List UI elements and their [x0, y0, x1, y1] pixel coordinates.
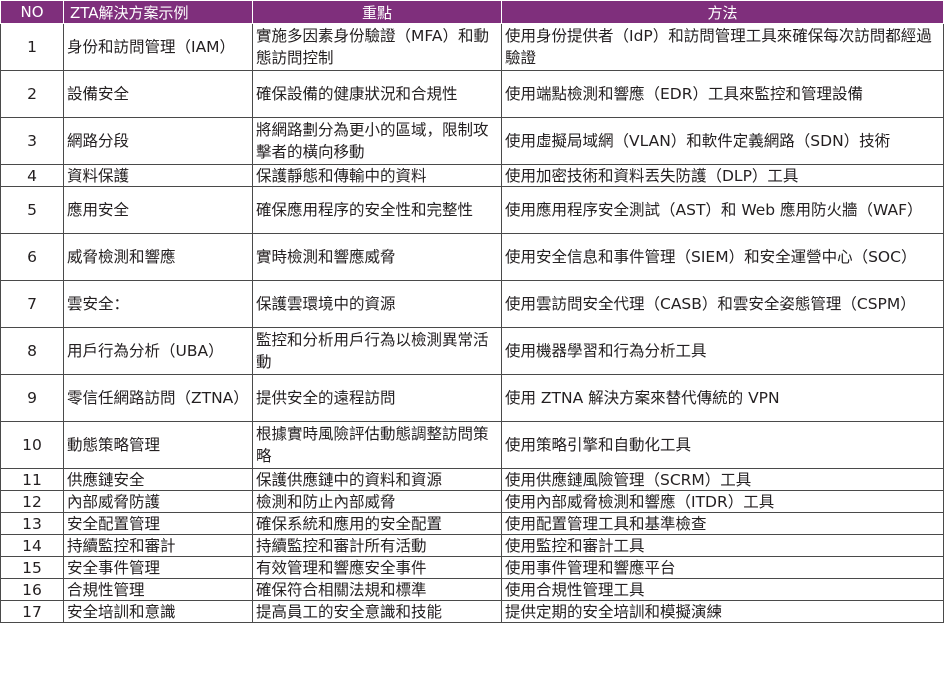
row-focus: 確保系統和應用的安全配置 [252, 512, 502, 535]
table-row: 12 內部威脅防護 檢測和防止內部威脅 使用內部威脅檢測和響應（ITDR）工具 [0, 490, 944, 513]
row-focus: 將網路劃分為更小的區域，限制攻擊者的橫向移動 [252, 117, 502, 165]
row-number: 14 [0, 534, 64, 557]
row-focus: 確保應用程序的安全性和完整性 [252, 186, 502, 234]
header-focus: 重點 [252, 0, 502, 24]
row-case: 雲安全： [63, 280, 253, 328]
row-case: 身份和訪問管理（IAM） [63, 23, 253, 71]
row-case: 資料保護 [63, 164, 253, 187]
table-row: 16 合規性管理 確保符合相關法規和標準 使用合規性管理工具 [0, 578, 944, 601]
table-row: 2 設備安全 確保設備的健康狀況和合規性 使用端點檢測和響應（EDR）工具來監控… [0, 70, 944, 118]
row-number: 9 [0, 374, 64, 422]
row-number: 5 [0, 186, 64, 234]
row-focus: 確保設備的健康狀況和合規性 [252, 70, 502, 118]
table-row: 14 持續監控和審計 持續監控和審計所有活動 使用監控和審計工具 [0, 534, 944, 557]
row-focus: 提供安全的遠程訪問 [252, 374, 502, 422]
row-method: 使用應用程序安全測試（AST）和 Web 應用防火牆（WAF） [501, 186, 944, 234]
header-no: NO [0, 0, 64, 24]
row-case: 內部威脅防護 [63, 490, 253, 513]
row-case: 網路分段 [63, 117, 253, 165]
table-row: 13 安全配置管理 確保系統和應用的安全配置 使用配置管理工具和基準檢查 [0, 512, 944, 535]
row-method: 使用身份提供者（IdP）和訪問管理工具來確保每次訪問都經過驗證 [501, 23, 944, 71]
row-method: 使用供應鏈風險管理（SCRM）工具 [501, 468, 944, 491]
row-number: 3 [0, 117, 64, 165]
row-method: 使用雲訪問安全代理（CASB）和雲安全姿態管理（CSPM） [501, 280, 944, 328]
row-focus: 確保符合相關法規和標準 [252, 578, 502, 601]
row-method: 使用安全信息和事件管理（SIEM）和安全運營中心（SOC） [501, 233, 944, 281]
table-row: 7 雲安全： 保護雲環境中的資源 使用雲訪問安全代理（CASB）和雲安全姿態管理… [0, 280, 944, 328]
header-case: ZTA解決方案示例 [63, 0, 253, 24]
table-row: 11 供應鏈安全 保護供應鏈中的資料和資源 使用供應鏈風險管理（SCRM）工具 [0, 468, 944, 491]
row-method: 使用內部威脅檢測和響應（ITDR）工具 [501, 490, 944, 513]
row-case: 設備安全 [63, 70, 253, 118]
row-method: 使用策略引擎和自動化工具 [501, 421, 944, 469]
row-case: 威脅檢測和響應 [63, 233, 253, 281]
row-focus: 保護供應鏈中的資料和資源 [252, 468, 502, 491]
row-case: 持續監控和審計 [63, 534, 253, 557]
row-number: 13 [0, 512, 64, 535]
table-row: 9 零信任網路訪問（ZTNA） 提供安全的遠程訪問 使用 ZTNA 解決方案來替… [0, 374, 944, 422]
row-method: 使用 ZTNA 解決方案來替代傳統的 VPN [501, 374, 944, 422]
table-row: 3 網路分段 將網路劃分為更小的區域，限制攻擊者的橫向移動 使用虛擬局域網（VL… [0, 117, 944, 165]
row-method: 使用加密技術和資料丟失防護（DLP）工具 [501, 164, 944, 187]
table-row: 8 用戶行為分析（UBA） 監控和分析用戶行為以檢測異常活動 使用機器學習和行為… [0, 327, 944, 375]
row-case: 動態策略管理 [63, 421, 253, 469]
row-focus: 提高員工的安全意識和技能 [252, 600, 502, 623]
row-case: 應用安全 [63, 186, 253, 234]
row-method: 提供定期的安全培訓和模擬演練 [501, 600, 944, 623]
table-row: 4 資料保護 保護靜態和傳輸中的資料 使用加密技術和資料丟失防護（DLP）工具 [0, 164, 944, 187]
row-number: 4 [0, 164, 64, 187]
table-body: 1 身份和訪問管理（IAM） 實施多因素身份驗證（MFA）和動態訪問控制 使用身… [0, 23, 944, 623]
row-number: 16 [0, 578, 64, 601]
row-number: 1 [0, 23, 64, 71]
row-case: 安全配置管理 [63, 512, 253, 535]
row-method: 使用合規性管理工具 [501, 578, 944, 601]
row-focus: 保護雲環境中的資源 [252, 280, 502, 328]
row-focus: 持續監控和審計所有活動 [252, 534, 502, 557]
row-focus: 監控和分析用戶行為以檢測異常活動 [252, 327, 502, 375]
table-row: 10 動態策略管理 根據實時風險評估動態調整訪問策略 使用策略引擎和自動化工具 [0, 421, 944, 469]
table-row: 5 應用安全 確保應用程序的安全性和完整性 使用應用程序安全測試（AST）和 W… [0, 186, 944, 234]
row-number: 10 [0, 421, 64, 469]
header-method: 方法 [501, 0, 944, 24]
row-focus: 有效管理和響應安全事件 [252, 556, 502, 579]
row-number: 17 [0, 600, 64, 623]
row-number: 12 [0, 490, 64, 513]
row-focus: 根據實時風險評估動態調整訪問策略 [252, 421, 502, 469]
row-focus: 實施多因素身份驗證（MFA）和動態訪問控制 [252, 23, 502, 71]
header-row: NO ZTA解決方案示例 重點 方法 [0, 0, 944, 24]
row-number: 15 [0, 556, 64, 579]
row-case: 安全培訓和意識 [63, 600, 253, 623]
row-case: 安全事件管理 [63, 556, 253, 579]
table-row: 1 身份和訪問管理（IAM） 實施多因素身份驗證（MFA）和動態訪問控制 使用身… [0, 23, 944, 71]
row-method: 使用機器學習和行為分析工具 [501, 327, 944, 375]
row-method: 使用配置管理工具和基準檢查 [501, 512, 944, 535]
table-row: 17 安全培訓和意識 提高員工的安全意識和技能 提供定期的安全培訓和模擬演練 [0, 600, 944, 623]
table-header: NO ZTA解決方案示例 重點 方法 [0, 0, 944, 24]
row-method: 使用事件管理和響應平台 [501, 556, 944, 579]
row-number: 7 [0, 280, 64, 328]
table-row: 6 威脅檢測和響應 實時檢測和響應威脅 使用安全信息和事件管理（SIEM）和安全… [0, 233, 944, 281]
row-case: 合規性管理 [63, 578, 253, 601]
row-case: 零信任網路訪問（ZTNA） [63, 374, 253, 422]
row-focus: 檢測和防止內部威脅 [252, 490, 502, 513]
zta-solutions-table: NO ZTA解決方案示例 重點 方法 1 身份和訪問管理（IAM） 實施多因素身… [0, 0, 944, 623]
row-number: 6 [0, 233, 64, 281]
row-case: 用戶行為分析（UBA） [63, 327, 253, 375]
row-focus: 實時檢測和響應威脅 [252, 233, 502, 281]
row-method: 使用端點檢測和響應（EDR）工具來監控和管理設備 [501, 70, 944, 118]
table-row: 15 安全事件管理 有效管理和響應安全事件 使用事件管理和響應平台 [0, 556, 944, 579]
row-focus: 保護靜態和傳輸中的資料 [252, 164, 502, 187]
row-number: 8 [0, 327, 64, 375]
row-method: 使用監控和審計工具 [501, 534, 944, 557]
row-method: 使用虛擬局域網（VLAN）和軟件定義網路（SDN）技術 [501, 117, 944, 165]
row-case: 供應鏈安全 [63, 468, 253, 491]
row-number: 11 [0, 468, 64, 491]
row-number: 2 [0, 70, 64, 118]
